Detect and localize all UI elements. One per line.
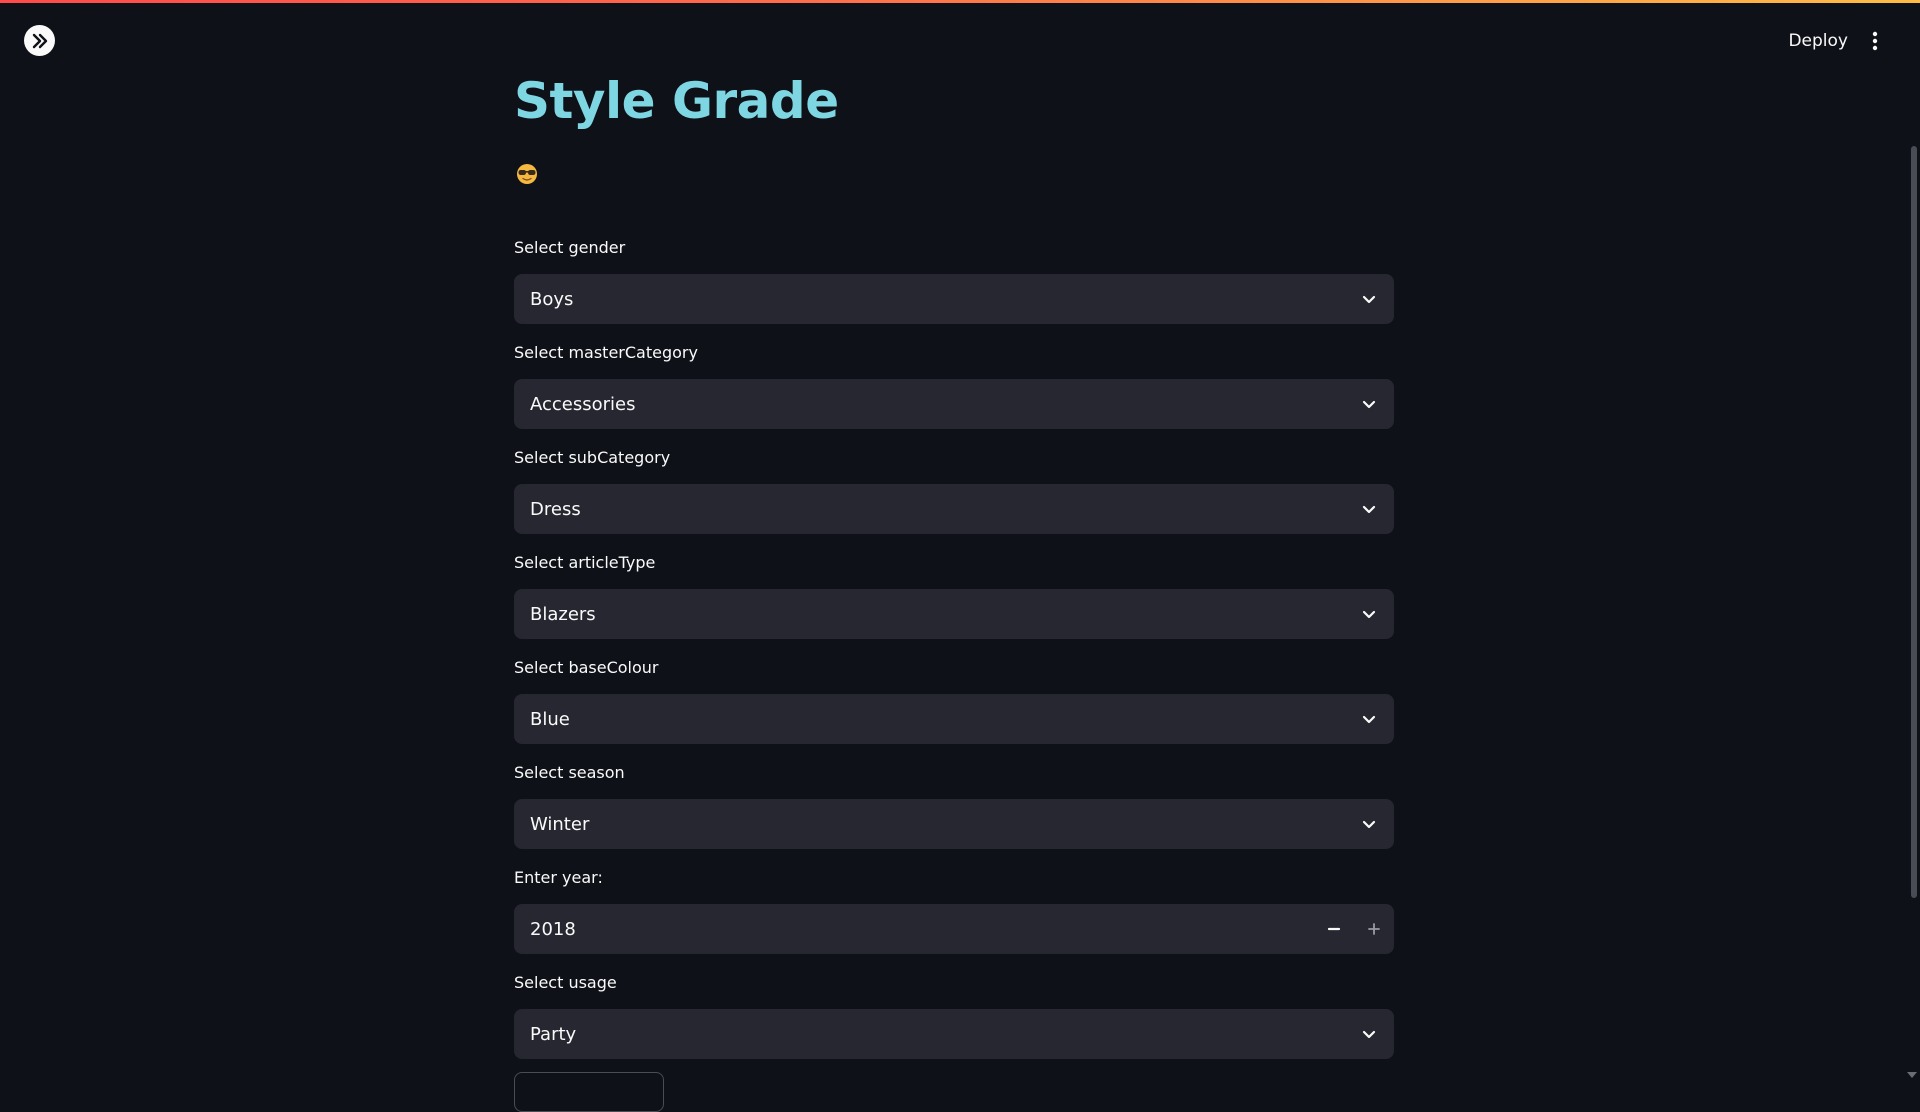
sunglasses-emoji-icon <box>516 163 538 185</box>
chevron-down-icon <box>1362 505 1376 514</box>
year-number-input <box>514 904 1394 954</box>
vertical-dots-icon <box>1872 31 1878 51</box>
usage-select-value: Party <box>530 1023 577 1045</box>
sub-category-field: Select subCategory Dress <box>514 448 1394 534</box>
submit-button-partial[interactable] <box>514 1072 664 1112</box>
plus-icon <box>1368 923 1380 935</box>
minus-icon <box>1327 927 1341 931</box>
master-category-select[interactable]: Accessories <box>514 379 1394 429</box>
base-colour-field: Select baseColour Blue <box>514 658 1394 744</box>
master-category-label: Select masterCategory <box>514 343 698 362</box>
season-select-value: Winter <box>530 813 590 835</box>
season-label: Select season <box>514 763 625 782</box>
chevron-down-icon <box>1362 715 1376 724</box>
year-increment-button[interactable] <box>1354 904 1394 954</box>
master-category-field: Select masterCategory Accessories <box>514 343 1394 429</box>
sub-category-label: Select subCategory <box>514 448 671 467</box>
page-title: Style Grade <box>514 72 839 130</box>
base-colour-label: Select baseColour <box>514 658 659 677</box>
gender-label: Select gender <box>514 238 626 257</box>
deploy-button[interactable]: Deploy <box>1788 25 1848 57</box>
year-input[interactable] <box>530 904 1314 954</box>
article-type-field: Select articleType Blazers <box>514 553 1394 639</box>
usage-field: Select usage Party <box>514 973 1394 1059</box>
double-chevron-right-icon <box>32 33 47 48</box>
master-category-select-value: Accessories <box>530 393 636 415</box>
gender-field: Select gender Boys <box>514 238 1394 324</box>
year-field: Enter year: <box>514 868 1394 954</box>
scrollbar[interactable] <box>1906 70 1920 1080</box>
article-type-select-value: Blazers <box>530 603 596 625</box>
scrollbar-thumb[interactable] <box>1911 146 1917 898</box>
usage-label: Select usage <box>514 973 617 992</box>
season-select[interactable]: Winter <box>514 799 1394 849</box>
sidebar-expand-button[interactable] <box>24 25 55 56</box>
chevron-down-icon <box>1362 1030 1376 1039</box>
base-colour-select-value: Blue <box>530 708 570 730</box>
scroll-down-arrow-icon[interactable] <box>1907 1072 1917 1078</box>
main-menu-button[interactable] <box>1865 25 1885 57</box>
gender-select-value: Boys <box>530 288 574 310</box>
sub-category-select-value: Dress <box>530 498 581 520</box>
article-type-select[interactable]: Blazers <box>514 589 1394 639</box>
gender-select[interactable]: Boys <box>514 274 1394 324</box>
chevron-down-icon <box>1362 820 1376 829</box>
app-header: Deploy <box>0 3 1920 73</box>
year-decrement-button[interactable] <box>1314 904 1354 954</box>
year-label: Enter year: <box>514 868 603 887</box>
chevron-down-icon <box>1362 610 1376 619</box>
chevron-down-icon <box>1362 400 1376 409</box>
season-field: Select season Winter <box>514 763 1394 849</box>
usage-select[interactable]: Party <box>514 1009 1394 1059</box>
base-colour-select[interactable]: Blue <box>514 694 1394 744</box>
chevron-down-icon <box>1362 295 1376 304</box>
sub-category-select[interactable]: Dress <box>514 484 1394 534</box>
article-type-label: Select articleType <box>514 553 656 572</box>
